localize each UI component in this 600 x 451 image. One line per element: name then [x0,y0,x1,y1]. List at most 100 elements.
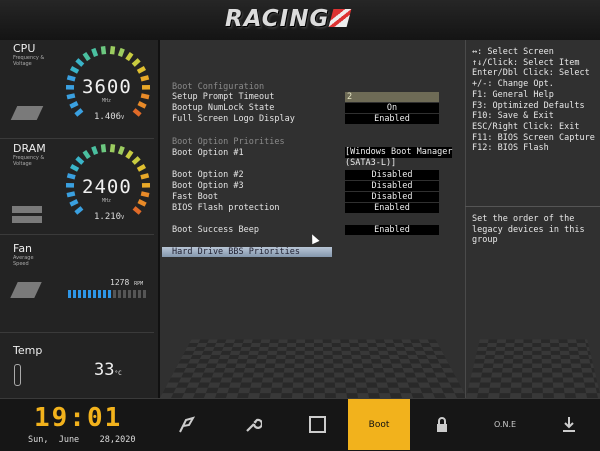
gauge-tick [103,46,104,54]
gauge-tick [138,166,145,170]
full-screen-logo-label[interactable]: Full Screen Logo Display [172,114,295,124]
boot-option-1-label[interactable]: Boot Option #1 [172,148,244,158]
temp-value: 33°C [94,360,122,380]
gauge-tick [141,193,149,195]
fan-bar-segment [108,290,111,298]
fast-boot-value[interactable]: Disabled [345,192,439,202]
gauge-tick [84,53,88,60]
gauge-tick [71,166,78,170]
clock-date: Sun, June 28,2020 [28,435,135,445]
gauge-tick [67,175,75,177]
checkered-flag-background-help [466,339,600,398]
bootup-numlock-label[interactable]: Bootup NumLock State [172,103,274,113]
lock-icon [435,417,449,433]
gauge-tick [127,53,131,60]
fan-bar-segment [93,290,96,298]
cpu-title: CPU [13,42,35,55]
boot-option-3-value[interactable]: Disabled [345,181,439,191]
boot-option-2-label[interactable]: Boot Option #2 [172,170,244,180]
fan-bar-segment [143,290,146,298]
bios-flash-protection-label[interactable]: BIOS Flash protection [172,203,279,213]
wrench-icon [244,416,262,434]
dram-title: DRAM [13,142,46,155]
gauge-tick [138,103,145,107]
full-screen-logo-value[interactable]: Enabled [345,114,439,124]
fan-bar-segment [128,290,131,298]
tab-advanced[interactable] [286,399,348,450]
gauge-tick [127,151,131,158]
gauge-tick [67,77,75,79]
boot-option-3-label[interactable]: Boot Option #3 [172,181,244,191]
gauge-tick [93,147,96,154]
cpu-section: CPU Frequency & Voltage 3600 MHz 1.406V [0,40,154,139]
bios-flash-protection-value[interactable]: Enabled [345,203,439,213]
fan-title: Fan [13,242,32,255]
racing-flag-icon [177,416,197,434]
tab-boot[interactable]: Boot [348,399,410,450]
gauge-tick [120,147,123,154]
boot-success-beep-value[interactable]: Enabled [345,225,439,235]
thermometer-icon [14,364,21,386]
tab-oc-tweaker[interactable] [222,399,284,450]
fan-speed-bar [68,290,150,298]
fan-bar-segment [123,290,126,298]
tab-main[interactable] [156,399,218,450]
logo-v-icon [329,9,352,27]
checkered-flag-background [160,339,467,398]
gauge-tick [70,103,77,107]
hardware-monitor-sidebar: CPU Frequency & Voltage 3600 MHz 1.406V … [0,40,158,398]
fan-bar-segment [103,290,106,298]
boot-success-beep-label[interactable]: Boot Success Beep [172,225,259,235]
key-help-text: ↔: Select Screen ↑↓/Click: Select Item E… [472,47,595,154]
gauge-tick [77,60,83,65]
setup-prompt-timeout-label[interactable]: Setup Prompt Timeout [172,92,274,102]
chip-square-icon [309,416,326,433]
clock-time: 19:01 [34,403,122,433]
hard-drive-bbs-priorities-item[interactable]: Hard Drive BBS Priorities [162,247,332,257]
tab-one-label: O.N.E [494,420,516,429]
help-divider [465,206,600,207]
fan-bar-segment [118,290,121,298]
cpu-frequency-unit: MHz [102,98,111,104]
gauge-tick [133,60,139,65]
fan-section: Fan Average Speed 1278 RPM [0,234,154,333]
tab-security[interactable] [411,399,473,450]
tab-boot-label: Boot [369,420,390,430]
fan-bar-segment [138,290,141,298]
tab-exit[interactable] [538,399,600,450]
dram-section: DRAM Frequency & Voltage 2400 MHz 1.210V [0,138,154,235]
gauge-tick [141,175,149,177]
dram-voltage-value: 1.210V [94,212,124,222]
gauge-tick [138,68,145,72]
gauge-tick [120,49,123,56]
dram-module-icon-2 [12,216,42,223]
fast-boot-label[interactable]: Fast Boot [172,192,218,202]
tab-one[interactable]: O.N.E [474,399,536,450]
fan-speed-value: 1278 RPM [110,278,143,287]
gauge-tick [138,201,145,205]
boot-option-1-value[interactable]: [Windows Boot Manager(SATA3-L)] [345,147,452,169]
gauge-tick [70,201,77,205]
gauge-tick [67,95,75,97]
dram-frequency-unit: MHz [102,198,111,204]
gauge-tick [134,110,140,115]
section-boot-option-priorities: Boot Option Priorities [172,137,285,147]
cpu-frequency-value: 3600 [82,76,132,98]
section-boot-configuration: Boot Configuration [172,82,264,92]
cpu-chip-icon [11,106,44,120]
gauge-tick [76,208,82,213]
gauge-tick [112,144,113,152]
fan-bar-segment [88,290,91,298]
setup-prompt-timeout-value[interactable]: 2 [345,92,439,102]
gauge-tick [76,110,82,115]
gauge-tick [103,144,104,152]
fan-bar-segment [83,290,86,298]
gauge-tick [112,46,113,54]
dram-module-icon [12,206,42,213]
temp-section: Temp 33°C [0,332,154,398]
gauge-tick [84,151,88,158]
bootup-numlock-value[interactable]: On [345,103,439,113]
boot-option-2-value[interactable]: Disabled [345,170,439,180]
gauge-tick [141,95,149,97]
fan-bar-segment [98,290,101,298]
